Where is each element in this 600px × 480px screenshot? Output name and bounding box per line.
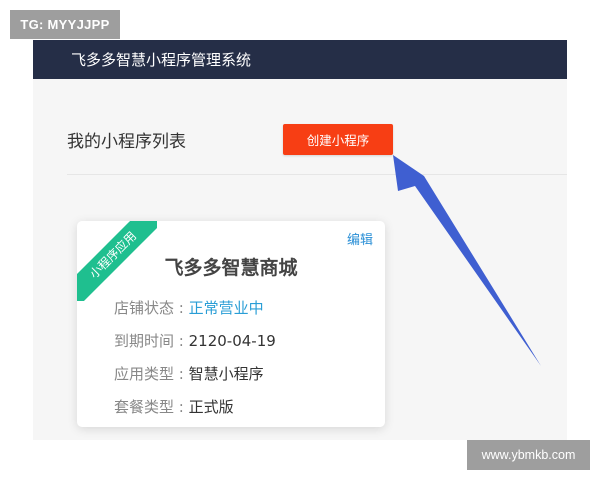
- divider: [67, 174, 567, 175]
- watermark-bottom: www.ybmkb.com: [467, 440, 590, 470]
- info-value: 智慧小程序: [188, 365, 264, 383]
- info-label: 应用类型 :: [114, 365, 184, 383]
- app-header: 飞多多智慧小程序管理系统: [33, 40, 567, 79]
- miniprogram-card: 小程序应用 编辑 飞多多智慧商城 店铺状态 : 正常营业中 到期时间 : 212…: [77, 221, 385, 427]
- watermark-top: TG: MYYJJPP: [10, 10, 120, 39]
- edit-link[interactable]: 编辑: [347, 229, 373, 248]
- info-value: 正式版: [188, 398, 234, 416]
- app-window: 飞多多智慧小程序管理系统 我的小程序列表 创建小程序 小程序应用 编辑 飞多多智…: [33, 40, 567, 440]
- info-label: 套餐类型 :: [114, 398, 184, 416]
- toolbar: 我的小程序列表 创建小程序: [33, 79, 567, 174]
- info-value: 正常营业中: [188, 299, 264, 317]
- app-title: 飞多多智慧小程序管理系统: [71, 51, 252, 69]
- info-row-expiry: 到期时间 : 2120-04-19: [114, 330, 276, 351]
- info-row-plan-type: 套餐类型 : 正式版: [114, 396, 234, 417]
- info-row-store-status: 店铺状态 : 正常营业中: [114, 297, 264, 318]
- create-miniprogram-button[interactable]: 创建小程序: [283, 124, 393, 155]
- info-value: 2120-04-19: [188, 332, 276, 350]
- section-title: 我的小程序列表: [67, 132, 186, 152]
- info-label: 店铺状态 :: [114, 299, 184, 317]
- info-label: 到期时间 :: [114, 332, 184, 350]
- info-row-app-type: 应用类型 : 智慧小程序: [114, 363, 264, 384]
- card-title: 飞多多智慧商城: [164, 257, 298, 279]
